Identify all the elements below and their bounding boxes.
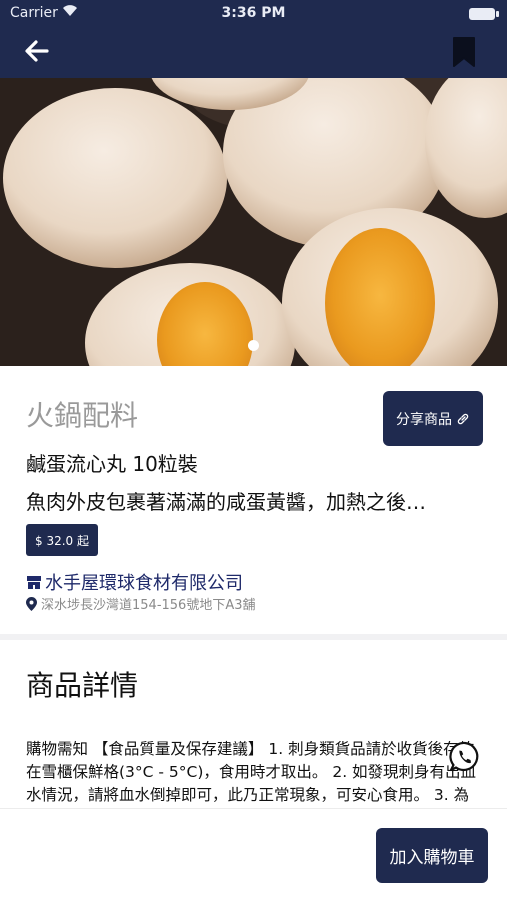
product-name: 鹹蛋流心丸 10粒裝 — [26, 452, 198, 476]
bookmark-button[interactable] — [451, 36, 477, 68]
whatsapp-button[interactable] — [448, 740, 482, 774]
status-time: 3:36 PM — [221, 5, 286, 21]
details-body-text: 購物需知 【食品質量及保存建議】 1. 刺身類貨品請於收貨後存放在雪櫃保鮮格(3… — [26, 740, 477, 804]
add-to-cart-button[interactable]: 加入購物車 — [376, 828, 488, 883]
product-photo — [0, 78, 507, 366]
product-image-carousel[interactable] — [0, 78, 507, 366]
battery-icon — [469, 8, 499, 20]
back-button[interactable] — [22, 36, 52, 66]
details-heading: 商品詳情 — [26, 669, 139, 702]
product-description: 魚肉外皮包裹著滿滿的咸蛋黃醬，加熱之後… — [26, 490, 426, 514]
arrow-left-icon — [25, 40, 49, 62]
bookmark-icon — [453, 37, 475, 67]
status-bar: Carrier 3:36 PM — [0, 0, 507, 28]
store-icon — [27, 575, 41, 589]
bottom-action-bar: 加入購物車 — [0, 808, 507, 900]
share-label: 分享商品 — [396, 411, 452, 428]
top-navigation-bar: Carrier 3:36 PM — [0, 0, 507, 78]
address-text: 深水埗長沙灣道154-156號地下A3舖 — [41, 598, 256, 613]
price-badge: $ 32.0 起 — [26, 524, 98, 556]
carousel-dot[interactable] — [248, 340, 259, 351]
product-info-section: 火鍋配料 分享商品 鹹蛋流心丸 10粒裝 魚肉外皮包裹著滿滿的咸蛋黃醬，加熱之後… — [0, 366, 507, 634]
link-icon — [457, 413, 469, 424]
whatsapp-icon — [449, 741, 479, 772]
share-product-button[interactable]: 分享商品 — [383, 391, 483, 446]
shop-address: 深水埗長沙灣道154-156號地下A3舖 — [26, 594, 255, 613]
product-category: 火鍋配料 — [26, 399, 139, 432]
shop-link[interactable]: 水手屋環球食材有限公司 — [26, 569, 243, 595]
location-pin-icon — [26, 596, 37, 611]
section-divider — [0, 634, 507, 640]
shop-name: 水手屋環球食材有限公司 — [45, 573, 243, 594]
